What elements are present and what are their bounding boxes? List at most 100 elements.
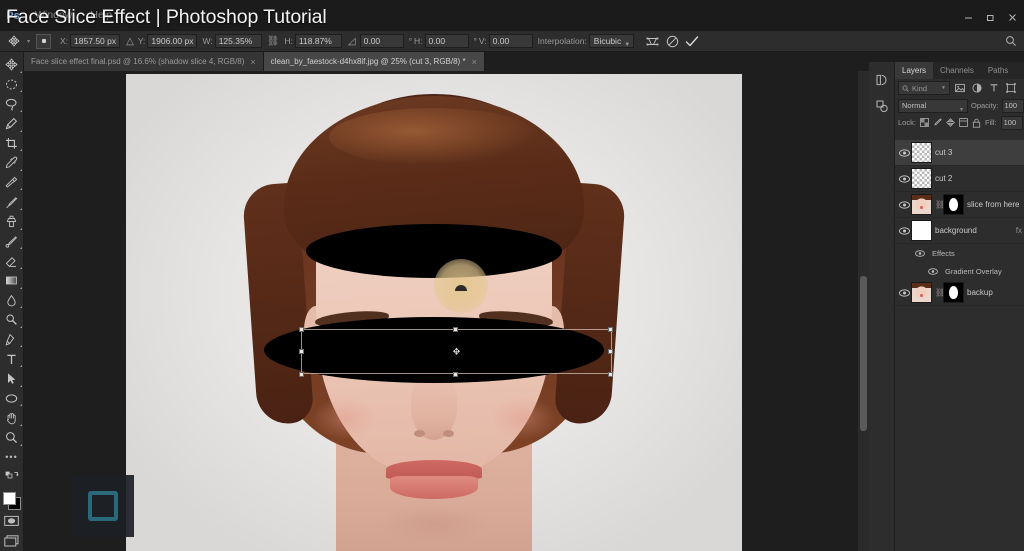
horizontal-type-tool[interactable]	[0, 349, 24, 369]
lock-transparent-pixels-icon[interactable]	[920, 117, 929, 128]
gradient-tool[interactable]	[0, 271, 24, 291]
width-input[interactable]: 125.35%	[214, 34, 262, 48]
move-tool[interactable]	[0, 55, 24, 75]
canvas-area[interactable]: ✥	[24, 71, 869, 551]
eyedropper-tool[interactable]	[0, 153, 24, 173]
layer-row-slice-from-here[interactable]: ⛓ slice from here	[895, 192, 1024, 218]
layer-visibility-toggle[interactable]	[897, 226, 911, 235]
lock-image-pixels-icon[interactable]	[933, 117, 942, 128]
layer-mask-link-icon[interactable]: ⛓	[935, 200, 945, 209]
color-swatches[interactable]	[0, 489, 24, 512]
default-colors-icon[interactable]	[0, 467, 24, 487]
lock-all-icon[interactable]	[972, 117, 981, 128]
layer-visibility-toggle[interactable]	[897, 148, 911, 157]
canvas-vertical-scrollbar[interactable]	[858, 71, 869, 551]
close-icon[interactable]: ×	[250, 57, 255, 67]
transform-handle-middle-left[interactable]	[299, 349, 304, 354]
close-button[interactable]	[1003, 10, 1022, 24]
x-input[interactable]: 1857.50 px	[70, 34, 121, 48]
lock-position-icon[interactable]	[946, 117, 955, 128]
layer-name[interactable]: background	[935, 226, 977, 235]
path-selection-tool[interactable]	[0, 369, 24, 389]
skew-v-input[interactable]: 0.00	[488, 34, 533, 48]
layer-visibility-toggle[interactable]	[897, 200, 911, 209]
hand-tool[interactable]	[0, 408, 24, 428]
commit-transform-button[interactable]	[682, 33, 702, 50]
document-tab-face-slice-final[interactable]: Face slice effect final.psd @ 16.6% (sha…	[24, 52, 264, 71]
filter-type-icon[interactable]	[987, 81, 1001, 95]
transform-bounding-box[interactable]: ✥	[299, 327, 613, 377]
pen-tool[interactable]	[0, 330, 24, 350]
tab-layers[interactable]: Layers	[895, 62, 934, 79]
document-artboard[interactable]	[126, 74, 742, 551]
layer-row-cut-2[interactable]: cut 2	[895, 166, 1024, 192]
layer-thumbnail[interactable]	[911, 220, 932, 241]
move-tool-icon[interactable]	[3, 33, 25, 50]
rectangular-marquee-tool[interactable]	[0, 75, 24, 95]
layer-thumbnail[interactable]	[911, 168, 932, 189]
blend-mode-select[interactable]: Normal ▼	[898, 98, 968, 113]
skew-h-input[interactable]: 0.00	[424, 34, 469, 48]
filter-adjustment-icon[interactable]	[970, 81, 984, 95]
minimize-button[interactable]	[959, 10, 978, 24]
ellipse-tool[interactable]	[0, 389, 24, 409]
filter-kind-select[interactable]: Kind ▼	[898, 81, 950, 95]
transform-reference-point[interactable]: ✥	[452, 347, 461, 356]
spot-healing-brush-tool[interactable]	[0, 173, 24, 193]
layer-row-backup[interactable]: ⛓ backup	[895, 280, 1024, 306]
link-xy-icon[interactable]: △	[126, 36, 134, 47]
rotate-angle-icon[interactable]: ◿	[348, 36, 356, 47]
cancel-transform-button[interactable]	[662, 33, 682, 50]
history-brush-tool[interactable]	[0, 232, 24, 252]
layer-row-background[interactable]: background fx	[895, 218, 1024, 244]
transform-handle-middle-right[interactable]	[608, 349, 613, 354]
quick-mask-mode-button[interactable]	[0, 512, 24, 532]
layer-visibility-toggle[interactable]	[897, 288, 911, 297]
tool-preset-chevron-icon[interactable]: ▾	[27, 38, 30, 45]
eraser-tool[interactable]	[0, 251, 24, 271]
layer-visibility-toggle[interactable]	[897, 174, 911, 183]
crop-tool[interactable]	[0, 134, 24, 154]
edit-toolbar-more[interactable]: •••	[0, 448, 24, 468]
effect-visibility-toggle[interactable]	[926, 267, 940, 275]
height-input[interactable]: 118.87%	[294, 34, 342, 48]
close-icon[interactable]: ×	[472, 57, 477, 67]
effects-visibility-toggle[interactable]	[913, 249, 927, 257]
lock-artboard-nesting-icon[interactable]	[959, 117, 968, 128]
transform-handle-top-center[interactable]	[453, 327, 458, 332]
transform-handle-top-right[interactable]	[608, 327, 613, 332]
layer-name[interactable]: cut 2	[935, 174, 952, 183]
fill-input[interactable]: 100	[1000, 115, 1023, 130]
layer-thumbnail[interactable]	[911, 194, 932, 215]
opacity-input[interactable]: 100	[1001, 98, 1024, 113]
layer-name[interactable]: cut 3	[935, 148, 952, 157]
layer-name[interactable]: slice from here	[967, 200, 1019, 209]
angle-input[interactable]: 0.00	[359, 34, 404, 48]
layer-row-cut-3[interactable]: cut 3	[895, 140, 1024, 166]
libraries-panel-icon[interactable]	[869, 93, 895, 119]
reference-point-locator[interactable]	[36, 33, 52, 49]
maintain-aspect-ratio-icon[interactable]: ⛓	[267, 36, 280, 47]
filter-pixel-icon[interactable]	[953, 81, 967, 95]
warp-mode-button[interactable]	[642, 33, 662, 50]
document-tab-clean-by-faestock[interactable]: clean_by_faestock-d4hx8if.jpg @ 25% (cut…	[263, 52, 485, 71]
restore-button[interactable]	[981, 10, 1000, 24]
clone-stamp-tool[interactable]	[0, 212, 24, 232]
layer-effect-gradient-overlay[interactable]: Gradient Overlay	[895, 262, 1024, 280]
transform-handle-bottom-center[interactable]	[453, 372, 458, 377]
layer-thumbnail[interactable]	[911, 282, 932, 303]
filter-shape-icon[interactable]	[1004, 81, 1018, 95]
layer-mask-link-icon[interactable]: ⛓	[935, 288, 945, 297]
change-screen-mode-button[interactable]	[0, 531, 24, 551]
y-input[interactable]: 1906.00 px	[147, 34, 198, 48]
layer-mask-thumbnail[interactable]	[943, 194, 964, 215]
transform-handle-top-left[interactable]	[299, 327, 304, 332]
zoom-tool[interactable]	[0, 428, 24, 448]
lasso-tool[interactable]	[0, 94, 24, 114]
transform-handle-bottom-left[interactable]	[299, 372, 304, 377]
quick-selection-tool[interactable]	[0, 114, 24, 134]
brush-tool[interactable]	[0, 192, 24, 212]
history-panel-icon[interactable]	[869, 67, 895, 93]
layer-thumbnail[interactable]	[911, 142, 932, 163]
tab-paths[interactable]: Paths	[981, 62, 1015, 79]
